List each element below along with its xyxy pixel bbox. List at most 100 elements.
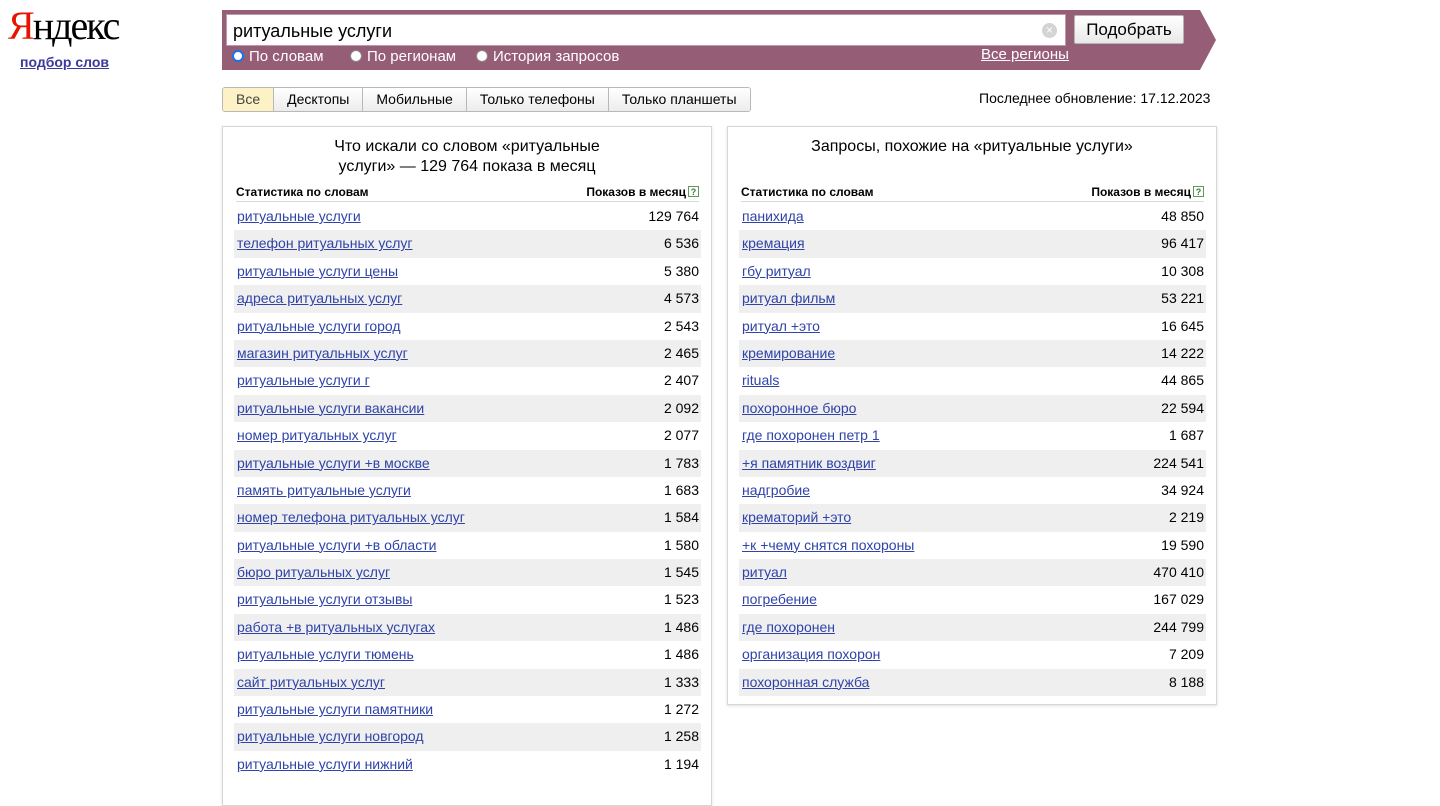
phrase-link[interactable]: работа +в ритуальных услугах [237,619,435,635]
search-input[interactable] [233,19,1033,43]
radio-checked-icon[interactable] [232,50,244,62]
phrase-link[interactable]: похоронное бюро [742,400,856,416]
phrase-link[interactable]: кремирование [742,345,835,361]
table-row: ритуальные услуги г 2 407 [234,367,701,394]
phrase-link[interactable]: ритуальные услуги вакансии [237,400,424,416]
phrase-link[interactable]: ритуальные услуги [237,208,361,224]
phrase-link[interactable]: ритуальные услуги г [237,372,370,388]
impressions-count: 8 188 [1168,673,1204,690]
phrase-link[interactable]: ритуал +это [742,318,820,334]
clear-icon[interactable]: × [1042,23,1057,38]
phrase-link[interactable]: +к +чему снятся похороны [742,537,914,553]
mode-by-regions[interactable]: По регионам [350,48,476,65]
table-row: кремирование 14 222 [739,339,1206,368]
table-row: ритуал +это 16 645 [739,313,1206,340]
table-row: гбу ритуал 10 308 [739,258,1206,285]
impressions-count: 10 308 [1161,262,1204,279]
mode-by-words[interactable]: По словам [232,48,350,65]
table-row: бюро ритуальных услуг 1 545 [234,559,701,587]
help-icon[interactable]: ? [1193,186,1204,197]
phrase-link[interactable]: ритуал фильм [742,290,835,306]
phrase-link[interactable]: организация похорон [742,646,880,662]
impressions-count: 5 380 [663,262,699,279]
impressions-count: 1 683 [663,481,699,498]
phrase-link[interactable]: ритуальные услуги +в области [237,537,436,553]
phrase-link[interactable]: ритуальные услуги новгород [237,728,424,744]
phrase-link[interactable]: ритуальные услуги тюмень [237,646,414,662]
yandex-logo[interactable]: Яндекс [8,3,121,48]
phrase-link[interactable]: ритуальные услуги отзывы [237,591,412,607]
impressions-count: 1 333 [663,673,699,690]
table-row: +к +чему снятся похороны 19 590 [739,532,1206,559]
all-regions-link[interactable]: Все регионы [981,46,1069,63]
mode-label: История запросов [493,47,620,65]
right-panel-title: Запросы, похожие на «ритуальные услуги» [811,138,1133,155]
phrase-link[interactable]: номер телефона ритуальных услуг [237,509,465,525]
radio-icon[interactable] [350,50,362,62]
phrase-link[interactable]: панихида [742,208,804,224]
impressions-count: 1 687 [1168,427,1204,444]
help-icon[interactable]: ? [688,186,699,197]
phrase-link[interactable]: ритуальные услуги +в москве [237,455,430,471]
tab-phones[interactable]: Только телефоны [466,88,609,111]
impressions-count: 1 545 [663,564,699,581]
phrase-link[interactable]: телефон ритуальных услуг [237,235,413,251]
impressions-count: 2 077 [663,427,699,444]
phrase-link[interactable]: надгробие [742,482,810,498]
phrase-link[interactable]: ритуал [742,564,787,580]
table-row: кремация 96 417 [739,230,1206,258]
col-count-header: Показов в месяц? [586,185,699,199]
table-row: панихида 48 850 [739,203,1206,230]
table-row: ритуальные услуги +в москве 1 783 [234,449,701,477]
phrase-link[interactable]: похоронная служба [742,674,869,690]
phrase-link[interactable]: номер ритуальных услуг [237,427,397,443]
phrase-link[interactable]: +я памятник воздвиг [742,455,876,471]
impressions-count: 1 258 [663,728,699,745]
title-line: услуги» — 129 764 показа в месяц [338,158,596,175]
impressions-count: 2 219 [1168,509,1204,526]
table-row: крематорий +это 2 219 [739,504,1206,532]
table-row: rituals 44 865 [739,367,1206,394]
tab-tablets[interactable]: Только планшеты [608,88,750,111]
phrase-link[interactable]: ритуальные услуги город [237,318,401,334]
tab-mobile[interactable]: Мобильные [363,88,467,111]
phrase-link[interactable]: бюро ритуальных услуг [237,564,390,580]
phrase-link[interactable]: ритуальные услуги нижний [237,756,413,772]
wordstat-link[interactable]: подбор слов [20,54,109,70]
phrase-link[interactable]: где похоронен [742,619,835,635]
phrase-link[interactable]: ритуальные услуги памятники [237,701,433,717]
phrase-link[interactable]: сайт ритуальных услуг [237,674,385,690]
phrase-link[interactable]: память ритуальные услуги [237,482,411,498]
table-row: ритуальные услуги +в области 1 580 [234,532,701,559]
left-panel-title: Что искали со словом «ритуальные услуги»… [317,137,617,177]
impressions-count: 34 924 [1161,481,1204,498]
table-row: адреса ритуальных услуг 4 573 [234,285,701,313]
table-row: ритуальные услуги отзывы 1 523 [234,586,701,613]
tab-desktop[interactable]: Десктопы [274,88,364,111]
phrase-link[interactable]: гбу ритуал [742,263,811,279]
impressions-count: 2 092 [663,399,699,416]
col-count-label: Показов в месяц [586,185,686,199]
col-count-label: Показов в месяц [1091,185,1191,199]
table-row: работа +в ритуальных услугах 1 486 [234,613,701,642]
phrase-link[interactable]: погребение [742,591,817,607]
impressions-count: 22 594 [1161,399,1204,416]
mode-history[interactable]: История запросов [476,48,619,65]
impressions-count: 1 783 [663,454,699,471]
impressions-count: 4 573 [663,290,699,307]
phrase-link[interactable]: крематорий +это [742,509,851,525]
phrase-link[interactable]: где похоронен петр 1 [742,427,880,443]
phrase-link[interactable]: rituals [742,372,779,388]
phrase-link[interactable]: магазин ритуальных услуг [237,345,408,361]
logo-rest: ндекс [32,3,121,48]
pick-button[interactable]: Подобрать [1074,15,1184,44]
mode-label: По регионам [367,47,457,65]
impressions-count: 53 221 [1161,290,1204,307]
impressions-count: 7 209 [1168,646,1204,663]
table-row: номер телефона ритуальных услуг 1 584 [234,504,701,532]
phrase-link[interactable]: кремация [742,235,805,251]
phrase-link[interactable]: адреса ритуальных услуг [237,290,402,306]
radio-icon[interactable] [476,50,488,62]
tab-all[interactable]: Все [223,88,275,111]
phrase-link[interactable]: ритуальные услуги цены [237,263,398,279]
